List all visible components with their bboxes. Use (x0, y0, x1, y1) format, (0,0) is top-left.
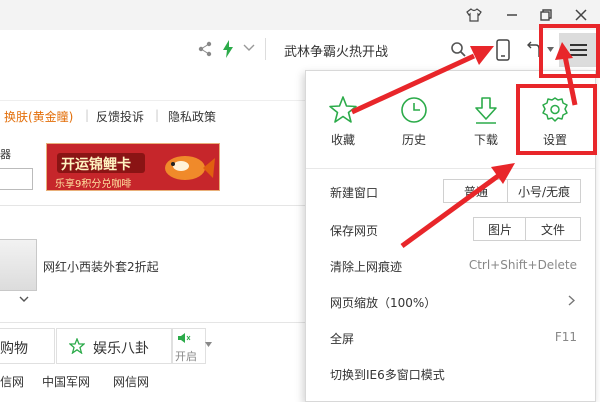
favorites-button[interactable]: 收藏 (315, 95, 371, 148)
save-page-label: 保存网页 (330, 224, 379, 238)
share-icon[interactable] (198, 41, 212, 57)
banner-subtitle: 乐享9积分兑咖啡 (55, 179, 132, 190)
feedback-link[interactable]: 反馈投诉 (96, 108, 144, 125)
downloads-label: 下载 (473, 133, 498, 147)
tab-shopping[interactable]: 购物 (0, 328, 55, 364)
clear-trace-label: 清除上网痕迹 (330, 260, 403, 274)
zoom-item[interactable]: 网页缩放（100%） (306, 283, 595, 319)
chevron-right-icon (568, 295, 575, 306)
new-normal-window-button[interactable]: 普通 (443, 179, 509, 203)
bottom-link[interactable]: 信网 (0, 373, 24, 390)
chevron-down-icon[interactable] (205, 342, 212, 347)
search-hint-text[interactable]: 武林争霸火热开战 (284, 41, 388, 60)
chevron-down-icon[interactable] (19, 296, 29, 303)
divider (306, 168, 595, 169)
new-window-row: 新建窗口 普通 小号/无痕 (306, 173, 595, 209)
ie6-mode-item[interactable]: 切换到IE6多窗口模式 (306, 355, 595, 391)
promo-text[interactable]: 网红小西装外套2折起 (43, 258, 159, 275)
tab-shopping-label: 购物 (0, 341, 28, 357)
divider (0, 322, 305, 323)
annotation-box-menu (539, 24, 600, 78)
annotation-box-settings (516, 84, 597, 155)
side-input[interactable] (0, 168, 33, 190)
save-page-row: 保存网页 图片 文件 (306, 211, 595, 247)
phone-icon[interactable] (496, 39, 510, 61)
chevron-down-icon[interactable] (243, 44, 255, 52)
speaker-icon (177, 332, 191, 344)
new-window-label: 新建窗口 (330, 186, 379, 200)
separator: | (85, 108, 90, 122)
promo-thumbnail[interactable] (0, 239, 37, 291)
clear-trace-shortcut: Ctrl+Shift+Delete (468, 258, 577, 272)
minimize-icon[interactable] (496, 0, 528, 30)
history-label: 历史 (401, 133, 426, 147)
zoom-label: 网页缩放（100%） (330, 296, 437, 310)
search-icon[interactable] (450, 41, 466, 57)
star-icon (315, 95, 371, 125)
fullscreen-shortcut: F11 (554, 330, 577, 344)
clock-icon (386, 95, 442, 125)
clear-trace-item[interactable]: 清除上网痕迹 Ctrl+Shift+Delete (306, 247, 595, 283)
fullscreen-label: 全屏 (330, 332, 355, 346)
side-label: 器 (0, 148, 11, 161)
tshirt-icon[interactable] (458, 0, 490, 30)
skin-link[interactable]: 换肤(黄金瞳) (4, 108, 73, 125)
save-as-image-button[interactable]: 图片 (473, 217, 527, 241)
separator: | (155, 108, 160, 122)
bottom-link[interactable]: 中国军网 (42, 373, 90, 390)
banner-title: 开运锦鲤卡 (61, 157, 131, 173)
sound-toggle-label: 开启 (175, 350, 197, 363)
sound-toggle[interactable]: 开启 (172, 328, 206, 364)
divider (0, 100, 305, 101)
history-button[interactable]: 历史 (386, 95, 442, 148)
divider (265, 38, 266, 60)
favorites-label: 收藏 (330, 133, 355, 147)
bottom-link[interactable]: 网信网 (113, 373, 149, 390)
tab-entertainment-label: 娱乐八卦 (93, 341, 149, 357)
ie6-mode-label: 切换到IE6多窗口模式 (330, 368, 445, 382)
koi-fish-icon (159, 148, 217, 186)
undo-icon[interactable] (526, 40, 540, 58)
fullscreen-item[interactable]: 全屏 F11 (306, 319, 595, 355)
new-private-window-button[interactable]: 小号/无痕 (507, 179, 581, 203)
save-as-file-button[interactable]: 文件 (525, 217, 581, 241)
divider (0, 205, 305, 206)
tab-entertainment[interactable]: 娱乐八卦 (56, 328, 172, 364)
downloads-button[interactable]: 下载 (458, 95, 514, 148)
download-icon (458, 95, 514, 125)
promo-banner[interactable]: 开运锦鲤卡 乐享9积分兑咖啡 (46, 143, 220, 191)
star-icon (69, 338, 85, 354)
privacy-link[interactable]: 隐私政策 (168, 108, 216, 125)
lightning-icon[interactable] (222, 40, 234, 58)
